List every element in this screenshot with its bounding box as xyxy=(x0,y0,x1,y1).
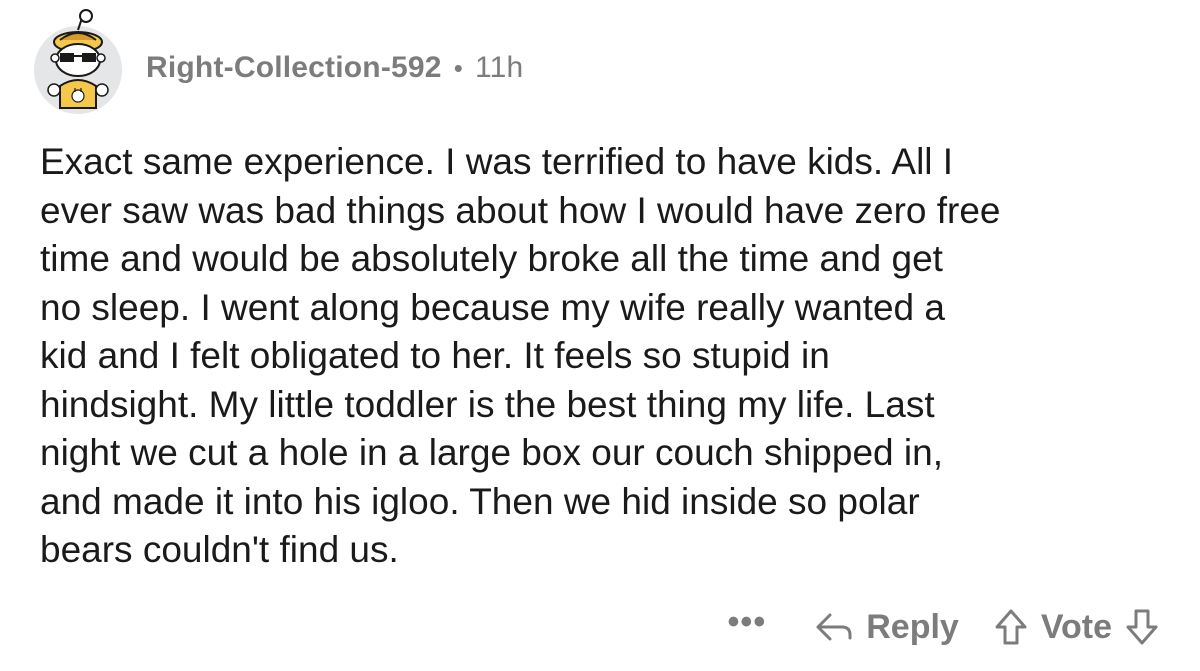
user-avatar[interactable] xyxy=(30,8,126,118)
snoo-avatar-icon xyxy=(34,9,122,114)
vote-label: Vote xyxy=(1040,607,1112,646)
downvote-arrow-icon[interactable] xyxy=(1124,608,1160,646)
meta-separator: • xyxy=(453,52,463,83)
comment: Right-Collection-592 • 11h Exact same ex… xyxy=(0,0,1200,671)
comment-timestamp: 11h xyxy=(475,51,524,84)
comment-body: Exact same experience. I was terrified t… xyxy=(40,141,1001,570)
comment-actions: ••• Reply Vote xyxy=(728,597,1160,657)
comment-header: Right-Collection-592 • 11h xyxy=(30,8,523,118)
reply-arrow-icon xyxy=(816,613,852,641)
reply-button[interactable]: Reply xyxy=(814,608,959,647)
username-link[interactable]: Right-Collection-592 xyxy=(146,51,442,85)
upvote-arrow-icon[interactable] xyxy=(993,608,1029,646)
comment-meta: Right-Collection-592 • 11h xyxy=(146,51,523,85)
vote-group: Vote xyxy=(993,608,1160,647)
more-options-button[interactable]: ••• xyxy=(728,603,767,642)
reply-label: Reply xyxy=(866,607,959,646)
